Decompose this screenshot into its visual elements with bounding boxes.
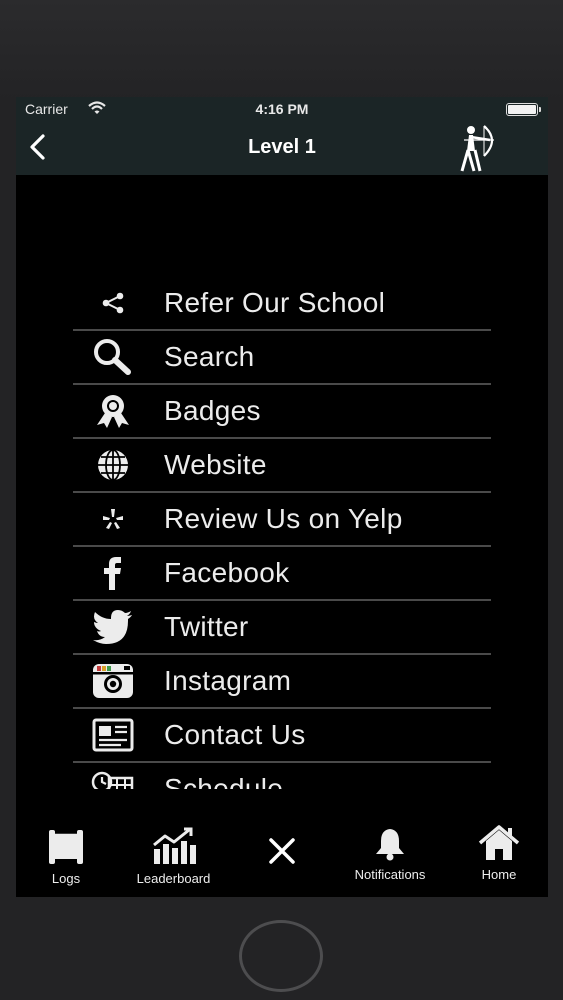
badge-icon — [91, 393, 135, 429]
menu-item-label: Contact Us — [164, 719, 306, 750]
menu-item-label: Instagram — [164, 665, 292, 696]
facebook-icon — [91, 555, 135, 591]
tab-leaderboard[interactable]: Leaderboard — [121, 825, 226, 893]
home-icon — [478, 825, 520, 860]
scroll-icon — [49, 830, 83, 864]
menu-item-badges[interactable]: Badges — [73, 385, 491, 439]
contact-card-icon — [91, 717, 135, 753]
share-icon — [91, 285, 135, 321]
menu-item-label: Refer Our School — [164, 287, 386, 318]
menu-item-twitter[interactable]: Twitter — [73, 601, 491, 655]
menu-item-label: Badges — [164, 395, 261, 426]
menu-item-label: Facebook — [164, 557, 290, 588]
menu-item-instagram[interactable]: Instagram — [73, 655, 491, 709]
status-time: 4:16 PM — [255, 101, 309, 117]
status-bar: Carrier 4:16 PM — [16, 97, 548, 121]
yelp-icon — [91, 501, 135, 537]
tab-bar: Logs Leaderboard Notifications Home — [16, 817, 548, 897]
menu-item-label: Twitter — [164, 611, 249, 642]
menu-item-label: Schedule — [164, 773, 284, 789]
menu-item-schedule[interactable]: Schedule — [73, 763, 491, 789]
tab-notifications-label: Notifications — [354, 867, 426, 882]
menu-item-contact-us[interactable]: Contact Us — [73, 709, 491, 763]
device-home-button[interactable] — [239, 920, 323, 992]
globe-icon — [91, 447, 135, 483]
close-icon — [269, 838, 295, 864]
archer-logo-icon — [460, 125, 494, 172]
menu-item-search[interactable]: Search — [73, 331, 491, 385]
twitter-icon — [91, 609, 135, 645]
menu-item-website[interactable]: Website — [73, 439, 491, 493]
search-icon — [91, 339, 135, 375]
tab-notifications[interactable]: Notifications — [338, 825, 442, 893]
leaderboard-chart-icon — [152, 827, 196, 864]
navigation-bar: Level 1 — [16, 121, 548, 175]
bell-icon — [376, 829, 404, 861]
schedule-icon — [91, 771, 135, 789]
menu-item-facebook[interactable]: Facebook — [73, 547, 491, 601]
tab-home-label: Home — [481, 867, 517, 882]
app-screen: Carrier 4:16 PM Level 1 Refer Our School… — [16, 97, 548, 897]
tab-leaderboard-label: Leaderboard — [136, 871, 211, 886]
battery-icon — [506, 103, 541, 116]
menu-list: Refer Our School Search Badges Website R… — [73, 277, 491, 789]
close-menu-button[interactable] — [262, 835, 302, 897]
tab-home[interactable]: Home — [471, 825, 527, 893]
device-bezel-top — [0, 0, 563, 100]
menu-item-review-us-on-yelp[interactable]: Review Us on Yelp — [73, 493, 491, 547]
menu-item-label: Review Us on Yelp — [164, 503, 403, 534]
menu-item-label: Search — [164, 341, 255, 372]
tab-logs[interactable]: Logs — [38, 825, 94, 893]
menu-item-refer-our-school[interactable]: Refer Our School — [73, 277, 491, 331]
instagram-icon — [91, 663, 135, 699]
tab-logs-label: Logs — [51, 871, 81, 886]
menu-item-label: Website — [164, 449, 267, 480]
